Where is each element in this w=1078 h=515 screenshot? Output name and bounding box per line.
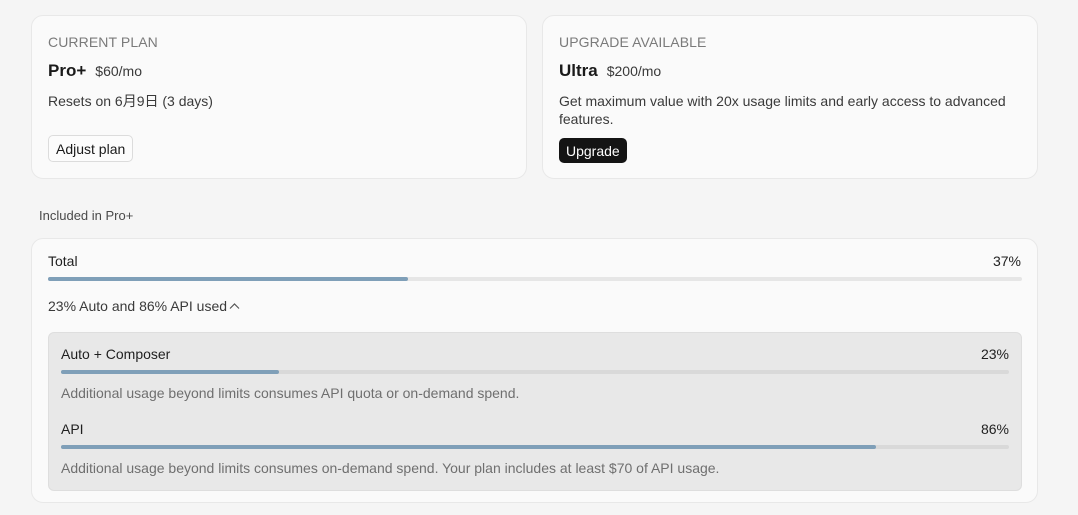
api-percent: 86% [980,421,1009,437]
api-label: API [61,421,84,437]
upgrade-plan-line: Ultra $200/mo [559,61,661,81]
current-plan-card: CURRENT PLAN Pro+ $60/mo Resets on 6月9日 … [31,15,527,179]
usage-breakdown-label: 23% Auto and 86% API used [48,298,228,314]
adjust-plan-button[interactable]: Adjust plan [48,135,134,162]
upgrade-eyebrow: UPGRADE AVAILABLE [559,34,707,50]
upgrade-plan-name: Ultra [559,61,598,80]
auto-composer-bar [61,370,1009,374]
usage-card: Total 37% 23% Auto and 86% API used Auto… [31,238,1038,503]
usage-breakdown-toggle[interactable]: 23% Auto and 86% API used [48,298,240,314]
upgrade-description: Get maximum value with 20x usage limits … [559,93,1006,127]
current-plan-line: Pro+ $60/mo [48,61,142,81]
total-usage-bar-fill [48,277,409,281]
api-bar-fill [61,445,877,449]
total-usage-label: Total [48,253,78,269]
api-note: Additional usage beyond limits consumes … [61,460,720,476]
auto-composer-percent: 23% [980,346,1009,362]
auto-composer-label: Auto + Composer [61,346,171,362]
upgrade-button[interactable]: Upgrade [559,138,627,163]
api-bar [61,445,1009,449]
upgrade-card: UPGRADE AVAILABLE Ultra $200/mo Get maxi… [542,15,1038,179]
chevron-up-icon [229,303,240,309]
total-usage-bar [48,277,1022,281]
auto-composer-bar-fill [61,370,280,374]
plan-reset-text: Resets on 6月9日 (3 days) [48,93,213,109]
current-plan-name: Pro+ [48,61,87,80]
usage-detail-panel: Auto + Composer 23% Additional usage bey… [48,332,1022,491]
current-plan-price: $60/mo [95,63,142,79]
current-plan-eyebrow: CURRENT PLAN [48,34,158,50]
total-usage-percent: 37% [992,253,1021,269]
auto-composer-note: Additional usage beyond limits consumes … [61,385,520,401]
upgrade-plan-price: $200/mo [606,63,662,79]
included-section-label: Included in Pro+ [39,208,134,223]
